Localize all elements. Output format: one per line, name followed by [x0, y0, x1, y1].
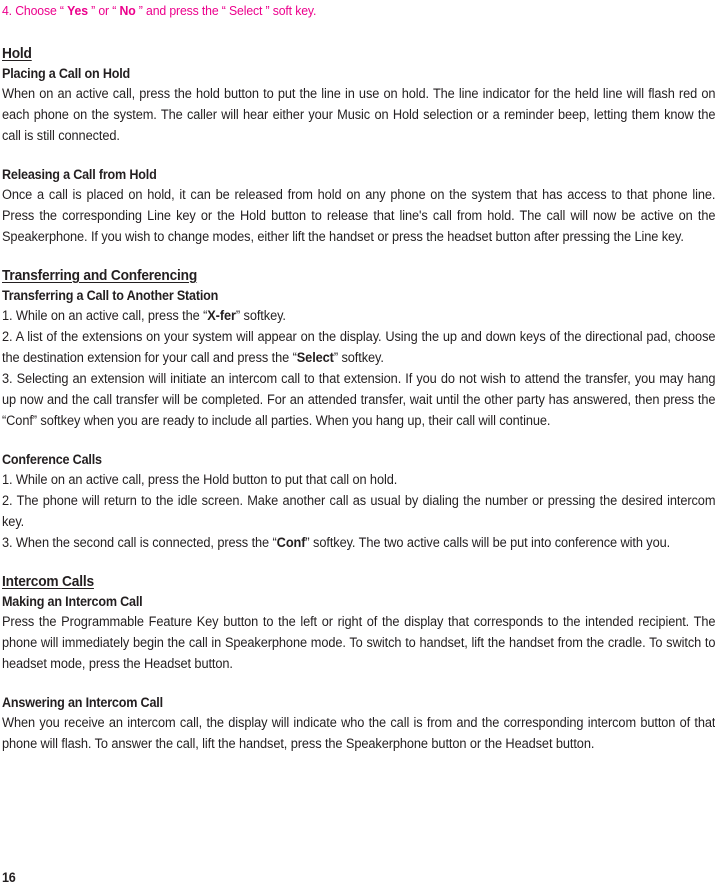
- step-conference-3-bold: Conf: [276, 535, 306, 550]
- step-transfer-3: 3. Selecting an extension will initiate …: [2, 368, 715, 431]
- step-line-4: 4. Choose “ Yes ” or “ No ” and press th…: [2, 0, 664, 20]
- paragraph-releasing-a-call-from-hold: Once a call is placed on hold, it can be…: [2, 187, 715, 244]
- step-transfer-3-pre: 3. Selecting an extension will initiate …: [2, 371, 715, 428]
- subheading-placing-a-call-on-hold: Placing a Call on Hold: [2, 66, 131, 81]
- step-conference-1-pre: 1. While on an active call, press the Ho…: [2, 472, 398, 487]
- section-heading-hold: Hold: [2, 46, 32, 62]
- step-line-bold-no: No: [119, 3, 136, 18]
- page-number: 16: [2, 870, 16, 885]
- subheading-conference-calls: Conference Calls: [2, 452, 102, 467]
- step-transfer-1-bold: X-fer: [207, 308, 236, 323]
- step-transfer-1: 1. While on an active call, press the “X…: [2, 305, 715, 326]
- step-transfer-1-pre: 1. While on an active call, press the “: [2, 308, 208, 323]
- step-transfer-1-post: ” softkey.: [235, 308, 286, 323]
- document-page: 4. Choose “ Yes ” or “ No ” and press th…: [0, 0, 715, 892]
- section-heading-wrap-hold: Hold: [2, 44, 714, 64]
- step-transfer-2-bold: Select: [296, 350, 334, 365]
- subheading-answering-an-intercom-call: Answering an Intercom Call: [2, 695, 163, 710]
- step-conference-2-pre: 2. The phone will return to the idle scr…: [2, 493, 715, 529]
- section-heading-wrap-transferring: Transferring and Conferencing: [2, 266, 714, 286]
- subheading-releasing-a-call-from-hold: Releasing a Call from Hold: [2, 167, 157, 182]
- step-conference-3-post: ” softkey. The two active calls will be …: [305, 535, 671, 550]
- step-conference-3-pre: 3. When the second call is connected, pr…: [2, 535, 277, 550]
- step-transfer-2: 2. A list of the extensions on your syst…: [2, 326, 715, 368]
- step-conference-2: 2. The phone will return to the idle scr…: [2, 490, 715, 532]
- paragraph-making-an-intercom-call: Press the Programmable Feature Key butto…: [2, 614, 715, 671]
- subheading-transferring-a-call-to-another-station: Transferring a Call to Another Station: [2, 288, 219, 303]
- step-conference-3: 3. When the second call is connected, pr…: [2, 532, 715, 553]
- step-conference-1: 1. While on an active call, press the Ho…: [2, 469, 715, 490]
- step-line-mid2: ” and press the “ Select ” soft key.: [135, 3, 317, 18]
- paragraph-answering-an-intercom-call: When you receive an intercom call, the d…: [2, 715, 715, 751]
- section-heading-transferring-and-conferencing: Transferring and Conferencing: [2, 268, 198, 284]
- subheading-making-an-intercom-call: Making an Intercom Call: [2, 594, 143, 609]
- section-heading-wrap-intercom: Intercom Calls: [2, 572, 714, 592]
- step-transfer-2-post: ” softkey.: [333, 350, 384, 365]
- paragraph-placing-a-call-on-hold: When on an active call, press the hold b…: [2, 86, 715, 143]
- step-line-prefix: 4. Choose “: [2, 3, 68, 18]
- section-heading-intercom-calls: Intercom Calls: [2, 574, 94, 590]
- step-line-mid1: ” or “: [87, 3, 120, 18]
- step-line-bold-yes: Yes: [67, 3, 88, 18]
